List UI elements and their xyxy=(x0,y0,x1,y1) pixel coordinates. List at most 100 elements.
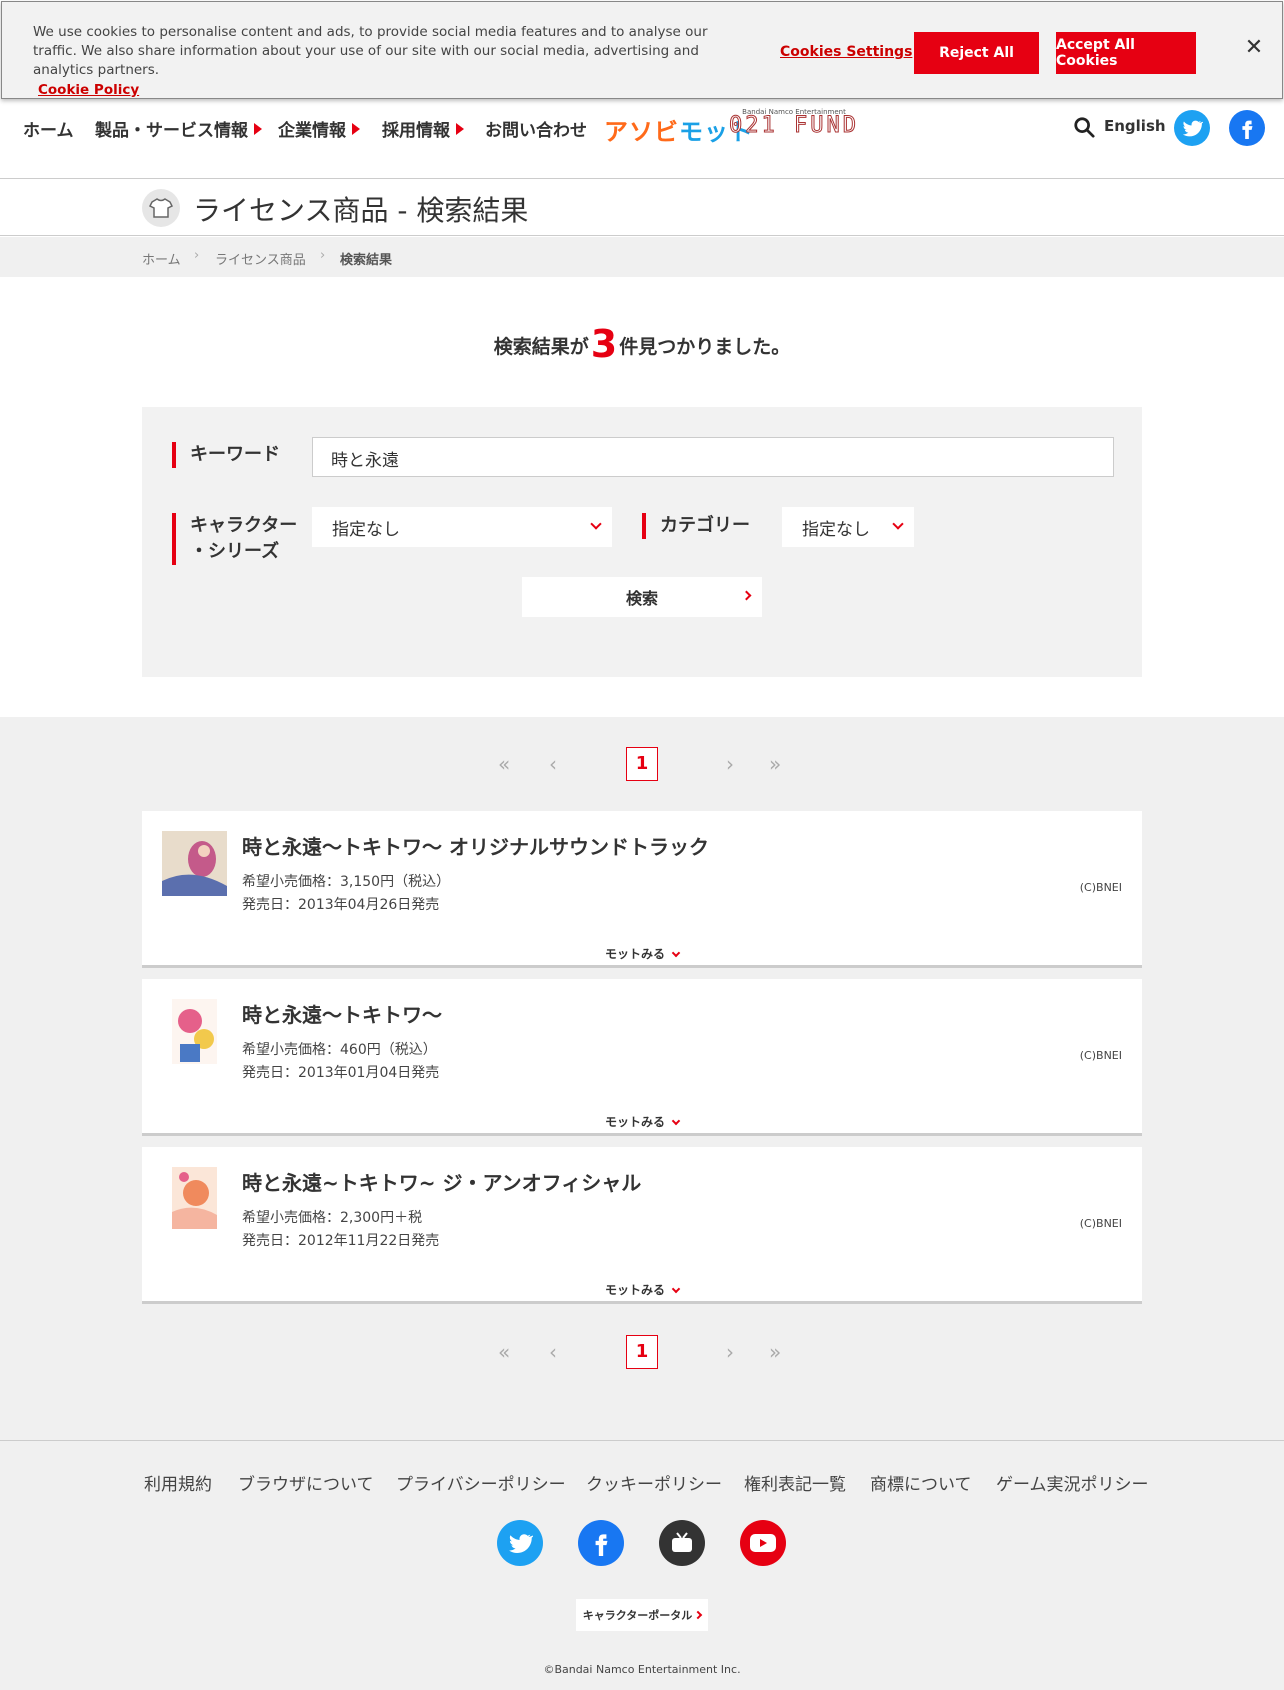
breadcrumb-license[interactable]: ライセンス商品 xyxy=(215,249,306,268)
product-price: 希望小売価格：2,300円＋税 xyxy=(242,1210,423,1226)
nav-recruit-label: 採用情報 xyxy=(382,121,450,141)
cookies-settings-link[interactable]: Cookies Settings xyxy=(780,44,912,60)
character-select[interactable]: 指定なし xyxy=(312,507,612,547)
product-card[interactable]: 時と永遠～トキトワ～ 希望小売価格：460円（税込） 発売日：2013年01月0… xyxy=(142,979,1142,1136)
search-icon[interactable] xyxy=(1073,116,1095,138)
next-page-icon[interactable]: › xyxy=(726,1335,734,1369)
main-nav: ホーム 製品・サービス情報 企業情報 採用情報 お問い合わせ アソビモット Ba… xyxy=(0,100,1284,179)
more-button[interactable]: モットみる xyxy=(142,945,1142,962)
product-card[interactable]: 時と永遠~トキトワ~ ジ・アンオフィシャル 希望小売価格：2,300円＋税 発売… xyxy=(142,1147,1142,1304)
category-select-value: 指定なし xyxy=(802,520,870,540)
product-thumbnail[interactable] xyxy=(162,831,227,896)
product-copyright: (C)BNEI xyxy=(1079,881,1122,894)
character-portal-button[interactable]: キャラクターポータル xyxy=(576,1599,708,1631)
keyword-input[interactable]: 時と永遠 xyxy=(312,437,1114,477)
product-thumbnail[interactable] xyxy=(172,1167,217,1229)
footer-link-rights[interactable]: 権利表記一覧 xyxy=(744,1470,846,1495)
breadcrumb: ホーム › ライセンス商品 › 検索結果 xyxy=(0,237,1284,277)
footer-copyright: ©Bandai Namco Entertainment Inc. xyxy=(543,1663,741,1676)
close-icon[interactable]: ✕ xyxy=(1244,36,1264,60)
keyword-label: キーワード xyxy=(172,442,280,468)
twitter-icon[interactable] xyxy=(497,1520,543,1566)
results-count-number: 3 xyxy=(590,322,618,366)
cookie-policy-link[interactable]: Cookie Policy xyxy=(38,81,713,100)
search-button-label: 検索 xyxy=(625,589,658,608)
more-label: モットみる xyxy=(604,947,665,961)
youtube-icon[interactable] xyxy=(740,1520,786,1566)
nav-recruit[interactable]: 採用情報 xyxy=(382,116,464,141)
footer-link-trademark[interactable]: 商標について xyxy=(870,1470,972,1495)
more-label: モットみる xyxy=(604,1283,665,1297)
pagination-top: « ‹ 1 › » xyxy=(0,747,1284,781)
footer: 利用規約 ブラウザについて プライバシーポリシー クッキーポリシー 権利表記一覧… xyxy=(0,1440,1284,1690)
product-title[interactable]: 時と永遠~トキトワ~ ジ・アンオフィシャル xyxy=(242,1167,641,1196)
page-title-bar: ライセンス商品 - 検索結果 xyxy=(0,180,1284,236)
chevron-right-icon xyxy=(741,590,752,601)
results-count: 検索結果が3 件見つかりました。 xyxy=(0,322,1284,366)
page-title: ライセンス商品 - 検索結果 xyxy=(193,194,529,227)
more-button[interactable]: モットみる xyxy=(142,1281,1142,1298)
last-page-icon[interactable]: » xyxy=(769,1335,781,1369)
search-button[interactable]: 検索 xyxy=(522,577,762,617)
niconico-icon[interactable] xyxy=(659,1520,705,1566)
results-count-prefix: 検索結果が xyxy=(493,336,589,358)
language-english-link[interactable]: English xyxy=(1104,117,1166,135)
page-number-current[interactable]: 1 xyxy=(626,1335,658,1369)
product-price: 希望小売価格：460円（税込） xyxy=(242,1042,437,1058)
chevron-down-icon xyxy=(892,518,904,530)
last-page-icon[interactable]: » xyxy=(769,747,781,781)
first-page-icon[interactable]: « xyxy=(498,747,510,781)
more-button[interactable]: モットみる xyxy=(142,1113,1142,1130)
chevron-down-icon xyxy=(671,1284,681,1294)
facebook-icon[interactable] xyxy=(578,1520,624,1566)
caret-right-icon xyxy=(352,122,360,135)
next-page-icon[interactable]: › xyxy=(726,747,734,781)
chevron-right-icon xyxy=(694,1610,703,1620)
footer-link-browser[interactable]: ブラウザについて xyxy=(238,1470,374,1495)
prev-page-icon[interactable]: ‹ xyxy=(549,747,557,781)
facebook-icon[interactable] xyxy=(1229,110,1265,146)
nav-contact[interactable]: お問い合わせ xyxy=(485,116,587,141)
more-label: モットみる xyxy=(604,1115,665,1129)
footer-link-cookie[interactable]: クッキーポリシー xyxy=(586,1470,722,1495)
nav-home-label: ホーム xyxy=(23,121,74,141)
product-copyright: (C)BNEI xyxy=(1079,1217,1122,1230)
chevron-right-icon: › xyxy=(320,248,326,263)
footer-link-privacy[interactable]: プライバシーポリシー xyxy=(396,1470,566,1495)
first-page-icon[interactable]: « xyxy=(498,1335,510,1369)
chevron-down-icon xyxy=(671,948,681,958)
product-title[interactable]: 時と永遠～トキトワ～ オリジナルサウンドトラック xyxy=(242,831,709,860)
breadcrumb-home[interactable]: ホーム xyxy=(142,249,181,268)
accept-all-cookies-button[interactable]: Accept All Cookies xyxy=(1056,32,1196,74)
cookie-text: We use cookies to personalise content an… xyxy=(33,23,713,100)
product-card[interactable]: 時と永遠～トキトワ～ オリジナルサウンドトラック 希望小売価格：3,150円（税… xyxy=(142,811,1142,968)
breadcrumb-current: 検索結果 xyxy=(340,253,393,268)
nav-company[interactable]: 企業情報 xyxy=(278,116,360,141)
results-count-suffix: 件見つかりました。 xyxy=(619,336,791,358)
product-thumbnail[interactable] xyxy=(172,999,217,1064)
nav-products[interactable]: 製品・サービス情報 xyxy=(95,116,262,141)
footer-link-game-policy[interactable]: ゲーム実況ポリシー xyxy=(996,1470,1149,1495)
twitter-icon[interactable] xyxy=(1174,110,1210,146)
prev-page-icon[interactable]: ‹ xyxy=(549,1335,557,1369)
chevron-right-icon: › xyxy=(194,248,200,263)
pagination-bottom: « ‹ 1 › » xyxy=(0,1335,1284,1369)
footer-link-terms[interactable]: 利用規約 xyxy=(144,1470,212,1495)
product-date: 発売日：2013年01月04日発売 xyxy=(242,1065,440,1081)
character-label-line2: ・シリーズ xyxy=(190,541,280,562)
character-label-line1: キャラクター xyxy=(190,515,298,536)
page-number-current[interactable]: 1 xyxy=(626,747,658,781)
product-title[interactable]: 時と永遠～トキトワ～ xyxy=(242,999,442,1028)
product-date: 発売日：2012年11月22日発売 xyxy=(242,1233,440,1249)
chevron-down-icon xyxy=(590,518,602,530)
caret-right-icon xyxy=(456,122,464,135)
results-area: « ‹ 1 › » 時と永遠～トキトワ～ オリジナルサウンドトラック 希望小売価… xyxy=(0,717,1284,1440)
category-select[interactable]: 指定なし xyxy=(782,507,914,547)
character-portal-label: キャラクターポータル xyxy=(582,1609,693,1622)
nav-home[interactable]: ホーム xyxy=(23,116,74,141)
caret-right-icon xyxy=(254,122,262,135)
nav-contact-label: お問い合わせ xyxy=(485,121,587,141)
reject-all-button[interactable]: Reject All xyxy=(914,32,1039,74)
tshirt-icon xyxy=(142,189,180,227)
fund-logo[interactable]: Bandai Namco Entertainment 021 FUND xyxy=(724,108,864,139)
